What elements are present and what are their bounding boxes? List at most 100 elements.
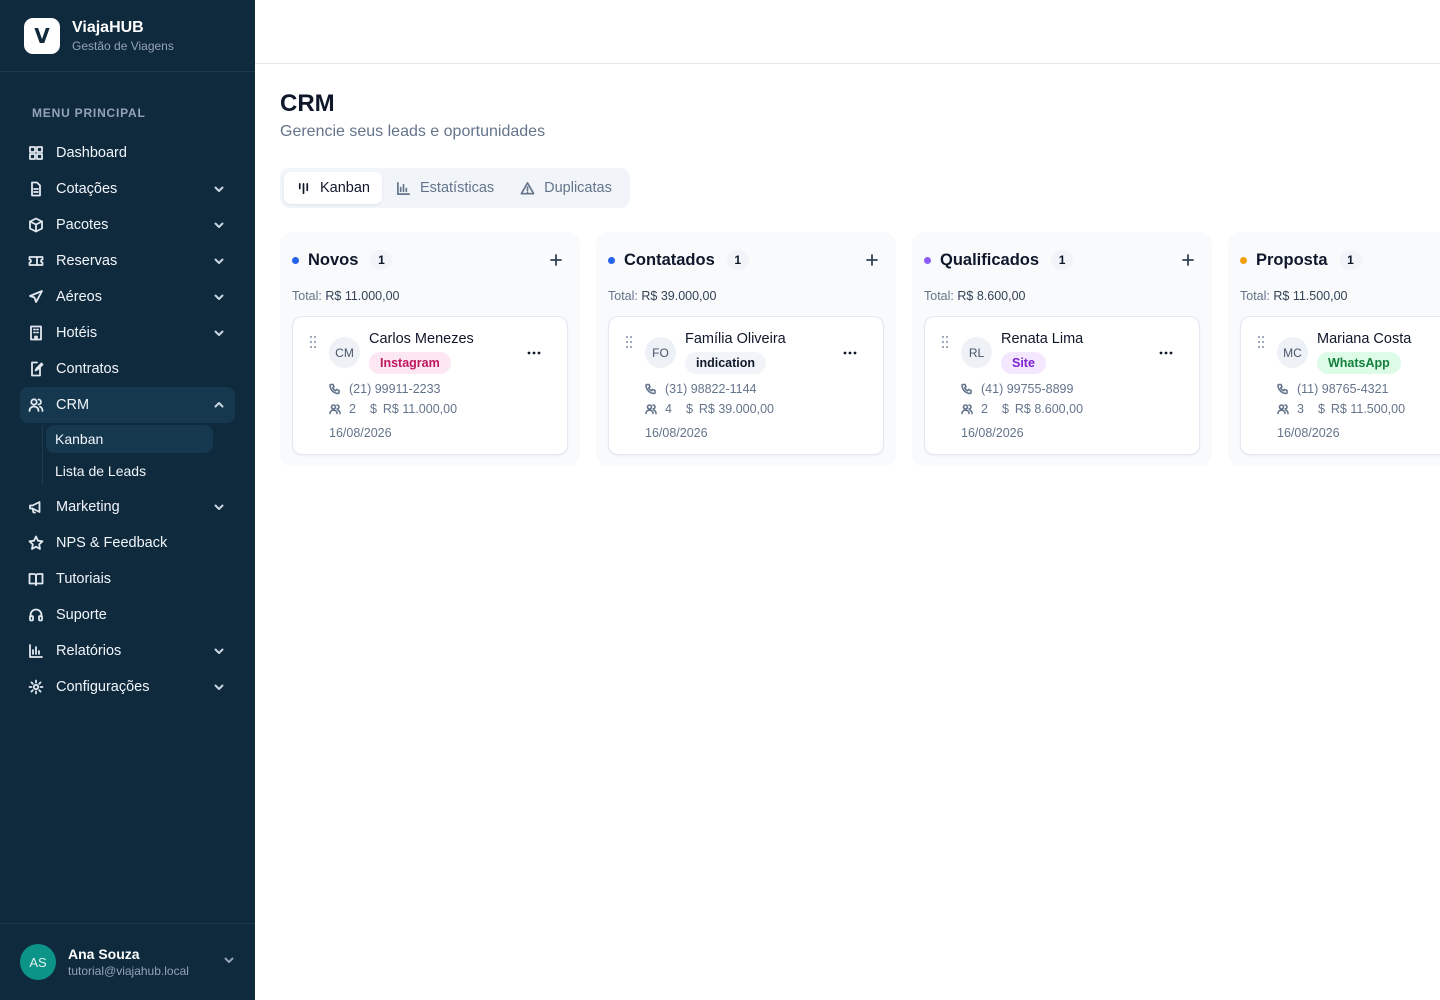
- column-total: Total: R$ 39.000,00: [608, 289, 716, 303]
- alert-triangle-icon: [520, 181, 535, 194]
- sidebar-item-tutoriais[interactable]: Tutoriais: [20, 561, 235, 597]
- package-icon: [28, 217, 44, 233]
- drag-handle-icon[interactable]: [625, 335, 633, 349]
- sidebar-item-label: Marketing: [56, 499, 120, 515]
- sidebar-item-suporte[interactable]: Suporte: [20, 597, 235, 633]
- column-title: Contatados: [624, 250, 715, 269]
- phone-icon: [329, 383, 340, 395]
- phone-text: (21) 99911-2233: [349, 382, 441, 396]
- drag-handle-icon[interactable]: [941, 335, 949, 349]
- kanban-column-contatados: Contatados 1 Total: R$ 39.000,00 FO Famí…: [596, 232, 896, 466]
- sidebar-item-nps-feedback[interactable]: NPS & Feedback: [20, 525, 235, 561]
- column-total: Total: R$ 8.600,00: [924, 289, 1025, 303]
- column-header: Proposta 1: [1240, 250, 1440, 270]
- kanban-board: Novos 1 Total: R$ 11.000,00 CM Carlos Me…: [280, 232, 1440, 472]
- tab-duplicatas[interactable]: Duplicatas: [508, 172, 624, 204]
- chevron-down-icon: [213, 681, 225, 693]
- sidebar-item-label: NPS & Feedback: [56, 535, 168, 551]
- sidebar-item-label: Reservas: [56, 253, 118, 269]
- tab-kanban[interactable]: Kanban: [284, 172, 382, 204]
- brand-logo: V: [24, 17, 60, 54]
- lead-meta: 4 $ R$ 39.000,00: [645, 402, 774, 416]
- brand-name: ViajaHUB: [72, 18, 144, 36]
- people-count: 3: [1297, 402, 1304, 416]
- dollar-icon: $: [685, 402, 693, 416]
- chevron-down-icon: [213, 183, 225, 195]
- more-options-icon[interactable]: [843, 343, 857, 355]
- sidebar-subitem-lista-de-leads[interactable]: Lista de Leads: [46, 457, 213, 485]
- sidebar-item-crm[interactable]: CRM: [20, 387, 235, 423]
- lead-name: Renata Lima: [1001, 331, 1084, 347]
- source-badge: Site: [1001, 352, 1046, 374]
- lead-card[interactable]: RL Renata Lima Site (41) 99755-8899 2 $ R$…: [924, 316, 1200, 455]
- sidebar-item-aereos[interactable]: Aéreos: [20, 279, 235, 315]
- avatar: CM: [329, 337, 360, 368]
- lead-phone: (41) 99755-8899: [961, 382, 1073, 396]
- drag-handle-icon[interactable]: [1257, 335, 1265, 349]
- status-dot: [1240, 256, 1247, 264]
- lead-card[interactable]: FO Família Oliveira indication (31) 9882…: [608, 316, 884, 455]
- chevron-up-icon: [213, 399, 225, 411]
- source-badge: indication: [685, 352, 767, 374]
- lead-date: 16/08/2026: [1277, 426, 1340, 440]
- lead-card[interactable]: MC Mariana Costa WhatsApp (11) 98765-432…: [1240, 316, 1440, 455]
- lead-value: R$ 11.000,00: [382, 402, 458, 416]
- column-header: Novos 1: [292, 250, 564, 270]
- chevron-down-icon: [213, 255, 225, 267]
- chevron-down-icon: [213, 291, 225, 303]
- sidebar-item-hoteis[interactable]: Hotéis: [20, 315, 235, 351]
- sidebar-item-contratos[interactable]: Contratos: [20, 351, 235, 387]
- crm-submenu: Kanban Lista de Leads: [42, 425, 235, 485]
- sidebar-item-dashboard[interactable]: Dashboard: [20, 135, 235, 171]
- plus-icon: [550, 254, 562, 266]
- sidebar-item-marketing[interactable]: Marketing: [20, 489, 235, 525]
- add-lead-button[interactable]: [1180, 252, 1196, 268]
- sidebar-item-label: Relatórios: [56, 643, 122, 659]
- lead-name: Mariana Costa: [1317, 331, 1412, 347]
- count-badge: 1: [1051, 250, 1074, 270]
- sidebar-item-label: Configurações: [56, 679, 150, 695]
- sidebar-item-reservas[interactable]: Reservas: [20, 243, 235, 279]
- count-badge: 1: [1339, 250, 1362, 270]
- sidebar-item-pacotes[interactable]: Pacotes: [20, 207, 235, 243]
- sidebar-item-cotacoes[interactable]: Cotações: [20, 171, 235, 207]
- column-title: Novos: [308, 250, 359, 269]
- avatar: MC: [1277, 337, 1308, 368]
- sidebar-subitem-kanban[interactable]: Kanban: [46, 425, 213, 453]
- avatar: AS: [20, 944, 56, 980]
- add-lead-button[interactable]: [864, 252, 880, 268]
- users-icon: [645, 404, 657, 415]
- drag-handle-icon[interactable]: [309, 335, 317, 349]
- column-total: Total: R$ 11.500,00: [1240, 289, 1348, 303]
- file-text-icon: [28, 181, 44, 197]
- more-options-icon[interactable]: [1159, 343, 1173, 355]
- megaphone-icon: [28, 499, 44, 515]
- lead-value: R$ 8.600,00: [1014, 402, 1084, 416]
- dollar-icon: $: [1001, 402, 1009, 416]
- total-label: Total:: [1240, 289, 1270, 303]
- sidebar-item-configuracoes[interactable]: Configurações: [20, 669, 235, 705]
- sidebar: V ViajaHUB Gestão de Viagens MENU PRINCI…: [0, 0, 255, 1000]
- bar-chart-icon: [28, 643, 44, 659]
- brand[interactable]: V ViajaHUB Gestão de Viagens: [0, 0, 255, 72]
- chevron-down-icon: [213, 645, 225, 657]
- user-profile[interactable]: AS Ana Souza tutorial@viajahub.local: [0, 923, 255, 1000]
- more-options-icon[interactable]: [527, 343, 541, 355]
- plane-icon: [28, 289, 44, 305]
- add-lead-button[interactable]: [548, 252, 564, 268]
- chevron-down-icon[interactable]: [223, 953, 235, 971]
- lead-phone: (21) 99911-2233: [329, 382, 441, 396]
- tab-label: Estatísticas: [420, 180, 495, 196]
- sidebar-item-label: Aéreos: [56, 289, 102, 305]
- lead-card[interactable]: CM Carlos Menezes Instagram (21) 99911-2…: [292, 316, 568, 455]
- lead-name: Carlos Menezes: [369, 331, 474, 347]
- headset-icon: [28, 607, 44, 623]
- sidebar-item-relatorios[interactable]: Relatórios: [20, 633, 235, 669]
- avatar: RL: [961, 337, 992, 368]
- file-edit-icon: [28, 361, 44, 377]
- star-icon: [28, 535, 44, 551]
- brand-subtitle: Gestão de Viagens: [72, 38, 174, 53]
- column-total: Total: R$ 11.000,00: [292, 289, 400, 303]
- tab-estatisticas[interactable]: Estatísticas: [384, 172, 506, 204]
- book-open-icon: [28, 571, 44, 587]
